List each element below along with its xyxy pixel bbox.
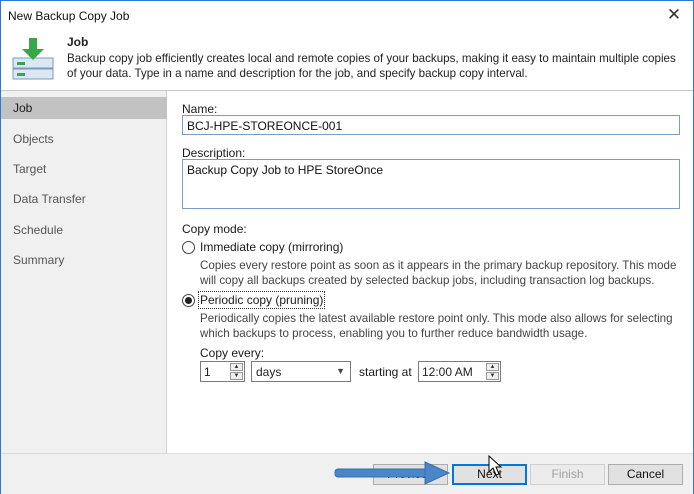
backup-copy-job-icon bbox=[12, 38, 54, 80]
interval-unit-select[interactable]: days ▼ bbox=[251, 361, 351, 382]
step-objects[interactable]: Objects bbox=[1, 128, 167, 150]
job-description-field[interactable]: Backup Copy Job to HPE StoreOnce bbox=[182, 159, 680, 209]
time-up-icon[interactable]: ▲ bbox=[486, 363, 499, 371]
job-name-field[interactable]: BCJ-HPE-STOREONCE-001 bbox=[182, 115, 680, 135]
close-icon[interactable]: ✕ bbox=[665, 6, 683, 24]
step-target[interactable]: Target bbox=[1, 158, 167, 180]
periodic-copy-radio[interactable] bbox=[182, 294, 195, 307]
start-time-value: 12:00 AM bbox=[422, 365, 473, 379]
periodic-copy-label[interactable]: Periodic copy (pruning) bbox=[197, 291, 326, 309]
description-label: Description: bbox=[182, 146, 246, 160]
start-time-stepper[interactable]: 12:00 AM ▲ ▼ bbox=[418, 361, 501, 382]
interval-unit-value: days bbox=[256, 365, 282, 379]
copy-every-label: Copy every: bbox=[200, 346, 265, 360]
interval-stepper[interactable]: 1 ▲ ▼ bbox=[200, 361, 245, 382]
header-description: Backup copy job efficiently creates loca… bbox=[67, 52, 676, 80]
copy-mode-label: Copy mode: bbox=[182, 222, 247, 236]
step-summary[interactable]: Summary bbox=[1, 249, 167, 271]
header-title: Job bbox=[67, 35, 89, 49]
job-settings-panel: Name: BCJ-HPE-STOREONCE-001 Description:… bbox=[168, 91, 693, 453]
interval-up-icon[interactable]: ▲ bbox=[230, 363, 243, 371]
immediate-copy-label[interactable]: Immediate copy (mirroring) bbox=[200, 240, 343, 254]
window-title: New Backup Copy Job bbox=[8, 9, 130, 23]
name-label: Name: bbox=[182, 102, 218, 116]
immediate-copy-description: Copies every restore point as soon as it… bbox=[200, 259, 677, 287]
wizard-steps-sidebar: Job Objects Target Data Transfer Schedul… bbox=[1, 91, 167, 453]
time-down-icon[interactable]: ▼ bbox=[486, 372, 499, 380]
chevron-down-icon: ▼ bbox=[336, 366, 345, 376]
step-data-transfer[interactable]: Data Transfer bbox=[1, 188, 167, 210]
pointer-arrow-icon bbox=[334, 461, 451, 485]
cancel-button[interactable]: Cancel bbox=[608, 464, 683, 485]
title-bar: New Backup Copy Job ✕ bbox=[1, 1, 693, 31]
periodic-copy-description: Periodically copies the latest available… bbox=[200, 312, 673, 340]
starting-at-label: starting at bbox=[359, 365, 412, 379]
immediate-copy-radio[interactable] bbox=[182, 241, 195, 254]
interval-value: 1 bbox=[204, 365, 211, 379]
step-job[interactable]: Job bbox=[1, 97, 167, 119]
dialog-window: New Backup Copy Job ✕ Job Backup copy jo… bbox=[0, 0, 694, 494]
mouse-cursor-icon bbox=[488, 455, 503, 476]
interval-down-icon[interactable]: ▼ bbox=[230, 372, 243, 380]
finish-button[interactable]: Finish bbox=[530, 464, 605, 485]
wizard-header: Job Backup copy job efficiently creates … bbox=[1, 31, 693, 91]
step-schedule[interactable]: Schedule bbox=[1, 219, 167, 241]
